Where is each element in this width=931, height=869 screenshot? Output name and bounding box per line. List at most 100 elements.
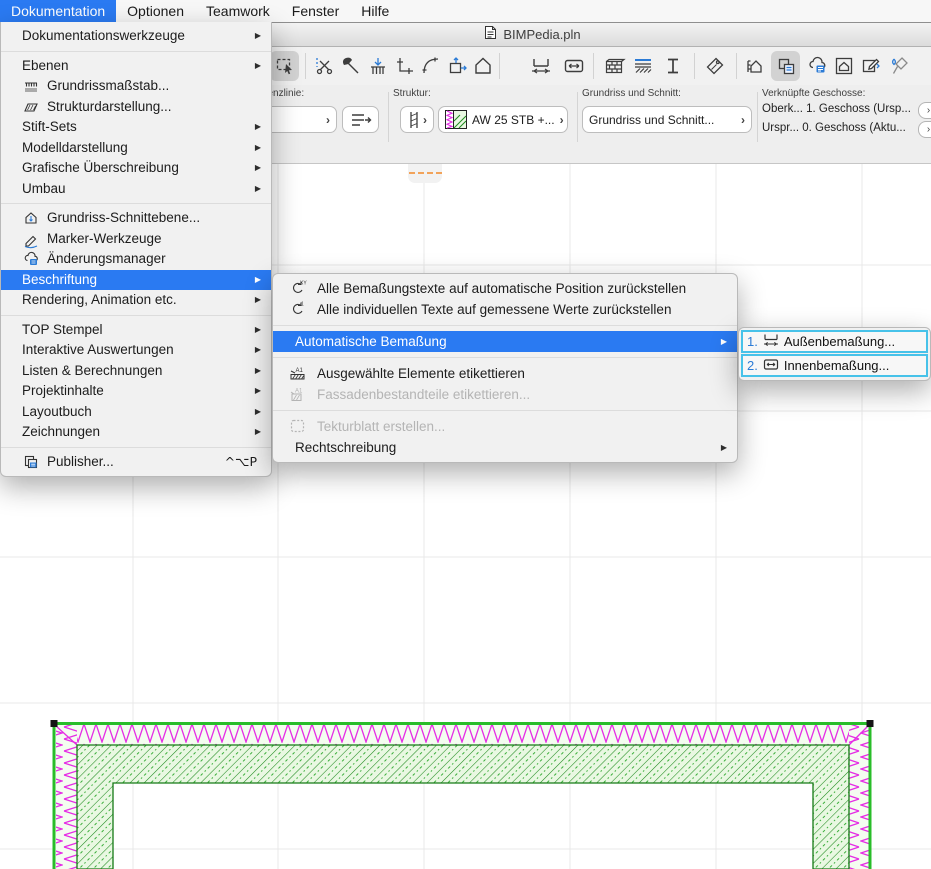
menubar-item-dokumentation[interactable]: Dokumentation xyxy=(0,0,116,22)
roof-tool-button[interactable] xyxy=(470,53,496,79)
submenu-arrow-icon: ▶ xyxy=(255,402,261,423)
menu-item-ebenen[interactable]: Ebenen▶ xyxy=(1,56,271,77)
tag-label-button[interactable] xyxy=(702,53,728,79)
submenu-arrow-icon: ▶ xyxy=(721,331,727,352)
fillet-arc-button[interactable] xyxy=(418,53,444,79)
menu-item-label: Dokumentationswerkzeuge xyxy=(22,28,185,43)
rename-pencil-button[interactable] xyxy=(858,53,884,79)
publisher-icon xyxy=(23,454,41,470)
geschoss-row-top: Oberk... 1. Geschoss (Ursp... xyxy=(762,103,911,115)
submenu-arrow-icon: ▶ xyxy=(721,437,727,458)
resize-box-button[interactable] xyxy=(444,53,470,79)
axe-adjust-button[interactable] xyxy=(338,53,364,79)
menu-item-reset-individuelle-texte[interactable]: 1 Alle individuellen Texte auf gemessene… xyxy=(273,299,737,320)
menu-item-innenbemassung[interactable]: 2. Innenbemaßung... xyxy=(741,354,928,377)
menu-item-aussenbemassung[interactable]: 1. Außenbemaßung... xyxy=(741,330,928,353)
menu-divider xyxy=(1,447,271,448)
extend-elements-button[interactable] xyxy=(365,53,391,79)
menu-item-interaktive-auswertungen[interactable]: Interaktive Auswertungen▶ xyxy=(1,340,271,361)
link-elements-button[interactable] xyxy=(771,51,800,81)
geschosse-label: Verknüpfte Geschosse: xyxy=(762,88,865,99)
menu-item-rechtschreibung[interactable]: Rechtschreibung▶ xyxy=(273,437,737,458)
composite-dropdown[interactable]: AW 25 STB +... › xyxy=(438,106,568,133)
svg-text:XY: XY xyxy=(300,281,307,287)
partial-toolbar-icon[interactable] xyxy=(915,53,931,79)
menu-item-automatische-bemassung[interactable]: Automatische Bemaßung▶ xyxy=(273,331,737,352)
menu-item-modelldarstellung[interactable]: Modelldarstellung▶ xyxy=(1,138,271,159)
menubar-item-teamwork[interactable]: Teamwork xyxy=(195,0,281,22)
referenzlinie-offset-button[interactable] xyxy=(342,106,379,133)
menu-item-layoutbuch[interactable]: Layoutbuch▶ xyxy=(1,402,271,423)
inner-dimension-button[interactable] xyxy=(559,53,589,79)
menu-divider xyxy=(273,357,737,358)
inner-dimension-icon xyxy=(762,356,780,375)
view-house-button[interactable] xyxy=(831,53,857,79)
selection-handle[interactable] xyxy=(867,720,874,727)
menu-item-grundriss-schnittebene[interactable]: Grundriss-Schnittebene... xyxy=(1,208,271,229)
orange-dash-icon xyxy=(409,172,415,174)
orange-dash-icon xyxy=(436,172,442,174)
menu-item-label: Innenbemaßung... xyxy=(784,358,890,373)
submenu-arrow-icon: ▶ xyxy=(255,340,261,361)
slab-layers-button[interactable] xyxy=(630,53,656,79)
outer-dimension-button[interactable] xyxy=(526,53,556,79)
menubar-item-optionen[interactable]: Optionen xyxy=(116,0,195,22)
publisher-shortcut: ^⌥P xyxy=(225,452,257,473)
steel-beam-button[interactable] xyxy=(660,53,686,79)
marquee-select-button[interactable] xyxy=(270,51,299,81)
change-cloud-button[interactable] xyxy=(805,53,831,79)
change-cloud-icon xyxy=(23,251,41,267)
menubar-item-fenster[interactable]: Fenster xyxy=(281,0,350,22)
menu-item-top-stempel[interactable]: TOP Stempel▶ xyxy=(1,320,271,341)
menu-item-aenderungsmanager[interactable]: Änderungsmanager xyxy=(1,249,271,270)
trim-corner-button[interactable] xyxy=(392,53,418,79)
wall-structure-button[interactable]: › xyxy=(400,106,434,133)
facade-label-icon: A1 xyxy=(289,386,307,402)
scissors-split-button[interactable] xyxy=(311,53,337,79)
menu-item-umbau[interactable]: Umbau▶ xyxy=(1,179,271,200)
menu-item-stift-sets[interactable]: Stift-Sets▶ xyxy=(1,117,271,138)
menu-item-tekturblatt-erstellen[interactable]: Tekturblatt erstellen... xyxy=(273,416,737,437)
menu-item-listen-berechnungen[interactable]: Listen & Berechnungen▶ xyxy=(1,361,271,382)
selected-wall[interactable] xyxy=(51,720,874,869)
geschoss-bottom-select-button[interactable]: › xyxy=(918,121,931,138)
menu-item-beschriftung[interactable]: Beschriftung▶ xyxy=(1,270,271,291)
geschoss-row-bottom: Urspr... 0. Geschoss (Aktu... xyxy=(762,122,906,134)
menubar-item-hilfe[interactable]: Hilfe xyxy=(350,0,400,22)
beschriftung-submenu: XY Alle Bemaßungstexte auf automatische … xyxy=(272,273,738,463)
menu-item-grafische-ueberschreibung[interactable]: Grafische Überschreibung▶ xyxy=(1,158,271,179)
collapsed-palette-tab[interactable] xyxy=(408,163,442,183)
geschoss-top-select-button[interactable]: › xyxy=(918,102,931,119)
paint-brush-button[interactable] xyxy=(886,53,912,79)
chevron-right-icon: › xyxy=(423,113,427,127)
favorites-house-button[interactable] xyxy=(743,53,769,79)
chevron-right-icon: › xyxy=(741,113,745,127)
orange-dash-icon xyxy=(427,172,433,174)
selection-handle[interactable] xyxy=(51,720,58,727)
menu-item-zeichnungen[interactable]: Zeichnungen▶ xyxy=(1,422,271,443)
menu-item-reset-bemassungstexte[interactable]: XY Alle Bemaßungstexte auf automatische … xyxy=(273,278,737,299)
offset-lines-icon xyxy=(349,111,373,129)
label-a1-icon: A1 xyxy=(289,365,307,381)
tekturblatt-icon xyxy=(289,418,307,434)
menu-item-strukturdarstellung[interactable]: Strukturdarstellung... xyxy=(1,97,271,118)
reset-1-icon: 1 xyxy=(289,301,307,317)
menu-divider xyxy=(1,203,271,204)
menu-item-elemente-etikettieren[interactable]: A1 Ausgewählte Elemente etikettieren xyxy=(273,363,737,384)
menu-item-marker-werkzeuge[interactable]: Marker-Werkzeuge xyxy=(1,229,271,250)
submenu-arrow-icon: ▶ xyxy=(255,179,261,200)
menu-item-publisher[interactable]: Publisher... ^⌥P xyxy=(1,452,271,473)
annotation-number: 1. xyxy=(747,334,758,349)
submenu-arrow-icon: ▶ xyxy=(255,361,261,382)
menu-item-fassadenbestandteile-etikettieren[interactable]: A1 Fassadenbestandteile etikettieren... xyxy=(273,384,737,405)
menu-item-rendering-animation[interactable]: Rendering, Animation etc.▶ xyxy=(1,290,271,311)
brick-wall-button[interactable] xyxy=(601,53,627,79)
menu-item-dokumentationswerkzeuge[interactable]: Dokumentationswerkzeuge▶ xyxy=(1,26,271,47)
menu-item-projektinhalte[interactable]: Projektinhalte▶ xyxy=(1,381,271,402)
submenu-arrow-icon: ▶ xyxy=(255,56,261,77)
grundriss-schnitt-label: Grundriss und Schnitt: xyxy=(582,88,681,99)
grundriss-schnitt-dropdown[interactable]: Grundriss und Schnitt... › xyxy=(582,106,752,133)
marker-pen-icon xyxy=(23,231,41,247)
dokumentation-menu: Dokumentationswerkzeuge▶ Ebenen▶ Grundri… xyxy=(0,22,272,477)
menu-item-grundrissmassstab[interactable]: Grundrissmaßstab... xyxy=(1,76,271,97)
